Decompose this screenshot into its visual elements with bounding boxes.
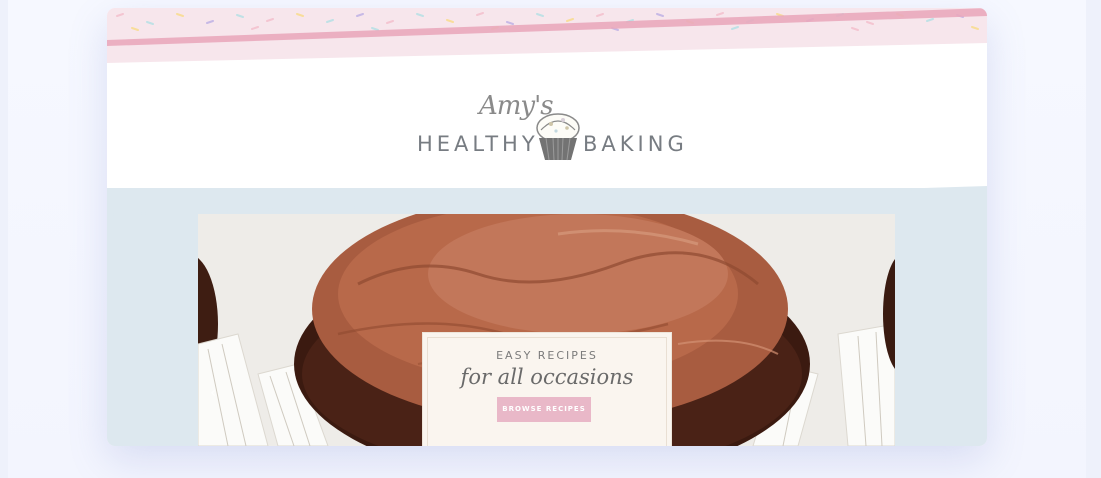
site-preview-frame: Amy's HEALTHY BAKING ‹ EASY RECIPES for …: [107, 8, 987, 446]
logo-word-healthy: HEALTHY: [417, 132, 539, 156]
hero-cta-card: EASY RECIPES for all occasions BROWSE RE…: [422, 332, 672, 446]
chevron-left-icon[interactable]: ‹: [206, 384, 220, 402]
cupcake-icon: [536, 113, 580, 161]
hero-section: ‹ EASY RECIPES for all occasions BROWSE …: [107, 186, 987, 446]
logo-word-baking: BAKING: [583, 132, 688, 156]
cta-kicker: EASY RECIPES: [496, 349, 598, 362]
site-logo[interactable]: Amy's HEALTHY BAKING: [417, 91, 688, 166]
browse-recipes-button[interactable]: BROWSE RECIPES: [497, 397, 591, 422]
hero-slide-image: ‹ EASY RECIPES for all occasions BROWSE …: [198, 214, 895, 446]
cta-title: for all occasions: [460, 365, 634, 389]
